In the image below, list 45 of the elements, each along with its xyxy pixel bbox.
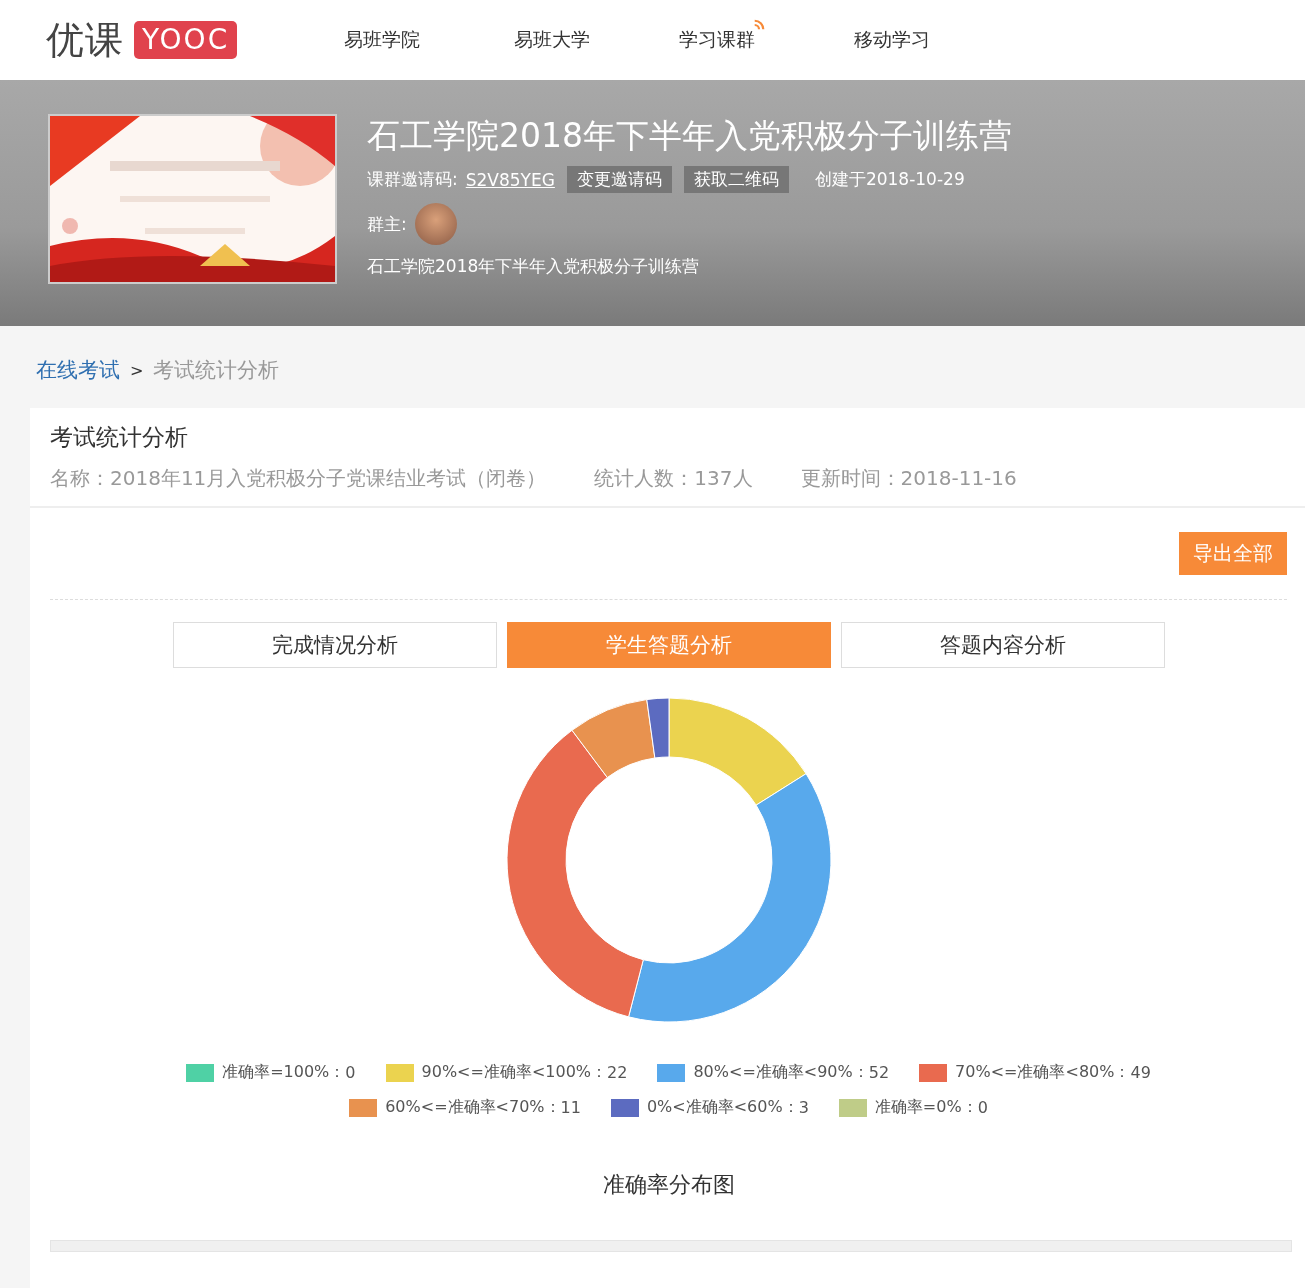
chart-title: 准确率分布图 [602, 1171, 735, 1199]
legend-label: 准确率=0%： [874, 1097, 978, 1118]
legend-value: 52 [868, 1063, 890, 1082]
panel-title: 考试统计分析 [50, 423, 189, 452]
breadcrumb-current: 考试统计分析 [153, 357, 280, 384]
legend-label: 0%<准确率<60%： [646, 1097, 799, 1118]
legend-swatch[interactable] [349, 1098, 378, 1117]
legend-label: 70%<=准确率<80%： [955, 1062, 1131, 1083]
legend-value: 0 [977, 1098, 988, 1117]
legend-label: 90%<=准确率<100%： [421, 1062, 608, 1083]
action-button[interactable]: 变更邀请码 [566, 166, 672, 193]
legend-value: 49 [1130, 1063, 1151, 1082]
legend-value: 0 [345, 1063, 356, 1082]
owner-label: 群主: [367, 212, 407, 236]
course-description: 石工学院2018年下半年入党积极分子训练营 [367, 255, 701, 278]
nav-link[interactable]: 移动学习 [854, 27, 931, 53]
action-button[interactable]: 获取二维码 [683, 166, 789, 193]
nav-link[interactable]: 学习课群 [679, 27, 756, 53]
legend-swatch[interactable] [657, 1063, 686, 1082]
tab[interactable]: 完成情况分析 [172, 622, 497, 668]
legend-value: 3 [798, 1098, 809, 1117]
meta-text: 名称：2018年11月入党积极分子党课结业考试（闭卷） [50, 465, 547, 492]
legend-value: 11 [560, 1098, 581, 1117]
logo-text: 优课 [46, 16, 124, 64]
created-date: 创建于2018-10-29 [814, 168, 965, 191]
tab[interactable]: 答题内容分析 [840, 622, 1165, 668]
invite-label: 课群邀请码: [367, 168, 458, 191]
breadcrumb-separator: > [130, 360, 144, 380]
avatar [414, 203, 457, 245]
nav-link[interactable]: 易班大学 [514, 27, 591, 53]
legend-swatch[interactable] [919, 1063, 948, 1082]
nav-link[interactable]: 易班学院 [344, 27, 421, 53]
legend-swatch[interactable] [610, 1098, 639, 1117]
course-title: 石工学院2018年下半年入党积极分子训练营 [367, 116, 1012, 156]
logo-badge: YOOC [134, 21, 238, 59]
breadcrumb-link[interactable]: 在线考试 [36, 356, 120, 384]
legend-swatch[interactable] [186, 1063, 215, 1082]
legend-swatch[interactable] [838, 1098, 867, 1117]
legend-label: 80%<=准确率<90%： [693, 1062, 869, 1083]
legend-value: 22 [607, 1063, 628, 1082]
meta-text: 更新时间：2018-11-16 [800, 465, 1017, 492]
legend-label: 准确率=100%： [222, 1062, 346, 1083]
legend-swatch[interactable] [385, 1063, 414, 1082]
meta-text: 统计人数：137人 [594, 465, 753, 492]
legend-label: 60%<=准确率<70%： [385, 1097, 561, 1118]
